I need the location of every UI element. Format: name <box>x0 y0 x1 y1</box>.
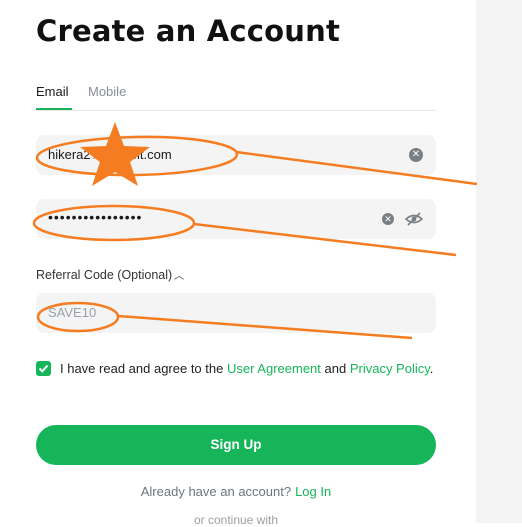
agreement-text: I have read and agree to the User Agreem… <box>60 358 440 380</box>
privacy-policy-link[interactable]: Privacy Policy <box>350 361 430 376</box>
password-field[interactable]: •••••••••••••••• ✕ <box>36 199 436 239</box>
tab-email[interactable]: Email <box>36 84 69 99</box>
have-account-text: Already have an account? <box>140 484 292 499</box>
referral-label: Referral Code (Optional) <box>36 268 173 282</box>
agreement-prefix: I have read and agree to the <box>60 361 227 376</box>
clear-icon[interactable]: ✕ <box>382 213 394 225</box>
user-agreement-link[interactable]: User Agreement <box>227 361 321 376</box>
agree-checkbox[interactable] <box>36 361 51 376</box>
agreement-and: and <box>320 361 350 376</box>
referral-field[interactable]: SAVE10 <box>36 293 436 333</box>
continue-with-text: or continue with <box>193 513 279 527</box>
checkmark-icon <box>38 364 49 373</box>
email-field[interactable]: hikera2★okexbit.com ✕ <box>36 135 436 175</box>
side-panel <box>476 0 522 523</box>
active-tab-indicator <box>36 108 72 110</box>
email-value[interactable]: hikera2★okexbit.com <box>48 147 172 163</box>
auth-tabs: Email Mobile <box>36 80 436 111</box>
tab-mobile[interactable]: Mobile <box>88 84 126 99</box>
sign-up-button[interactable]: Sign Up <box>36 425 436 465</box>
password-value[interactable]: •••••••••••••••• <box>48 209 142 225</box>
agreement-period: . <box>429 361 434 376</box>
clear-icon[interactable]: ✕ <box>409 148 423 162</box>
referral-toggle[interactable]: Referral Code (Optional) ︿ <box>36 267 184 282</box>
chevron-up-icon: ︿ <box>174 271 185 282</box>
eye-hidden-icon[interactable] <box>404 211 424 227</box>
login-prompt: Already have an account? Log In <box>0 484 472 499</box>
log-in-link[interactable]: Log In <box>295 484 331 499</box>
referral-value[interactable]: SAVE10 <box>48 305 96 320</box>
page-title: Create an Account <box>36 14 341 48</box>
